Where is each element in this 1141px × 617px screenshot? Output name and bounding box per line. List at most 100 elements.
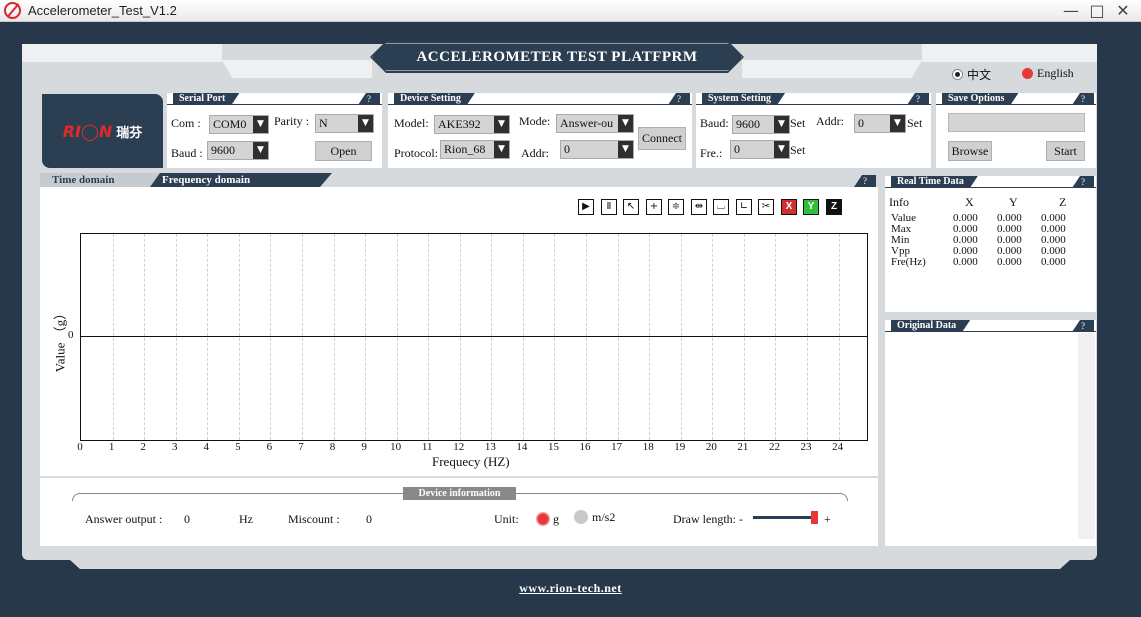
x-tick-label: 8 [329, 441, 336, 453]
chevron-down-icon: ▼ [618, 115, 633, 132]
answer-output-value: 0 [184, 512, 190, 526]
play-step-icon[interactable]: ▶ [578, 199, 594, 215]
model-select[interactable]: AKE392 ▼ [434, 115, 510, 134]
x-tick-label: 1 [108, 441, 115, 453]
device-setting-group: Device Setting ? Model: AKE392 ▼ Mode: A… [388, 93, 692, 168]
grid-line [743, 234, 745, 440]
minimize-button[interactable]: — [1061, 1, 1081, 21]
cut-icon[interactable]: ✂ [758, 199, 774, 215]
baud-select[interactable]: 9600 ▼ [207, 141, 269, 160]
save-path-input[interactable] [948, 113, 1085, 132]
set-baud-button[interactable]: Set [790, 116, 805, 131]
protocol-label: Protocol: [394, 146, 438, 160]
fre-label: Fre.: [700, 146, 723, 160]
com-select[interactable]: COM0 ▼ [209, 115, 269, 134]
crosshair-icon[interactable]: + [646, 199, 662, 215]
system-setting-help-button[interactable]: ? [907, 93, 929, 105]
unit-radio-ms2[interactable] [574, 510, 588, 524]
system-addr-label: Addr: [816, 114, 844, 128]
x-tick-label: 12 [453, 441, 465, 453]
system-baud-select[interactable]: 9600 ▼ [732, 115, 790, 134]
system-setting-title: System Setting [702, 93, 785, 105]
real-time-table: Value 0.000 0.000 0.000 Max 0.000 0.000 0.000 Mi… [891, 213, 1081, 268]
parity-select[interactable]: N ▼ [315, 114, 374, 133]
x-tick-label: 4 [203, 441, 210, 453]
draw-length-slider[interactable] [753, 516, 813, 519]
system-addr-select[interactable]: 0 ▼ [854, 114, 906, 133]
system-addr-value: 0 [858, 116, 864, 130]
x-channel-icon[interactable]: X [781, 199, 797, 215]
system-baud-label: Baud: [700, 116, 729, 130]
fit-icon[interactable]: ⌴ [713, 199, 729, 215]
mode-select[interactable]: Answer-ou ▼ [556, 114, 634, 133]
x-tick-label: 5 [235, 441, 241, 453]
zoom-vertical-icon[interactable]: ≑ [668, 199, 684, 215]
grid-line [712, 234, 714, 440]
unit-label: Unit: [494, 512, 519, 526]
language-radio-chinese[interactable] [952, 69, 963, 80]
original-data-panel: Original Data ? [885, 320, 1096, 546]
x-tick-label: 14 [516, 441, 528, 453]
device-setting-help-button[interactable]: ? [668, 93, 690, 105]
x-tick-label: 10 [390, 441, 402, 453]
device-addr-label: Addr: [521, 146, 549, 160]
grid-line [238, 234, 240, 440]
zoom-horizontal-icon[interactable]: ⇹ [691, 199, 707, 215]
set-fre-button[interactable]: Set [790, 143, 805, 158]
graph-help-button[interactable]: ? [854, 175, 876, 187]
maximize-button[interactable]: □ [1087, 1, 1107, 21]
chevron-down-icon: ▼ [774, 116, 789, 133]
chevron-down-icon: ▼ [253, 116, 268, 133]
protocol-select[interactable]: Rion_68 ▼ [440, 140, 510, 159]
device-addr-select[interactable]: 0 ▼ [560, 140, 634, 159]
x-axis-label: Frequecy (HZ) [432, 454, 510, 469]
x-tick-label: 16 [579, 441, 591, 453]
grid-line [586, 234, 588, 440]
original-data-help-button[interactable]: ? [1072, 320, 1094, 332]
cursor-icon[interactable]: ↖ [623, 199, 639, 215]
website-link[interactable]: www.rion-tech.net [0, 581, 1141, 596]
parity-label: Parity : [274, 114, 309, 128]
chevron-down-icon: ▼ [494, 141, 509, 158]
save-options-title: Save Options [942, 93, 1018, 105]
language-radio-english[interactable] [1022, 68, 1033, 79]
connect-button[interactable]: Connect [638, 127, 686, 150]
x-tick-label: 2 [140, 441, 146, 453]
open-port-button[interactable]: Open [315, 141, 372, 161]
original-data-scrollbar[interactable] [1078, 333, 1095, 539]
zoom-box-icon[interactable]: ∟ [736, 199, 752, 215]
tab-frequency-domain[interactable]: Frequency domain [150, 173, 332, 187]
browse-button[interactable]: Browse [948, 141, 992, 161]
grid-line [428, 234, 430, 440]
x-tick-label: 22 [768, 441, 780, 453]
miscount-label: Miscount : [288, 512, 340, 526]
grid-line [333, 234, 335, 440]
grid-line [807, 234, 809, 440]
z-channel-icon[interactable]: Z [826, 199, 842, 215]
real-time-help-button[interactable]: ? [1072, 176, 1094, 188]
close-button[interactable]: ✕ [1113, 1, 1133, 21]
y-axis-label: Value （g） [52, 306, 68, 373]
start-button[interactable]: Start [1046, 141, 1085, 161]
logo-mark: RI◯N [62, 121, 113, 141]
save-options-help-button[interactable]: ? [1072, 93, 1094, 105]
com-label: Com : [171, 116, 201, 130]
chevron-down-icon: ▼ [494, 116, 509, 133]
x-tick-label: 15 [547, 441, 559, 453]
language-option-english[interactable]: English [1022, 66, 1074, 81]
y-channel-icon[interactable]: Y [803, 199, 819, 215]
unit-radio-g[interactable] [536, 512, 550, 526]
language-option-chinese[interactable]: 中文 [952, 66, 991, 83]
set-addr-button[interactable]: Set [907, 116, 922, 131]
plot-area[interactable] [80, 233, 868, 441]
save-options-group: Save Options ? Browse Start [936, 93, 1096, 168]
unit-ms2-label: m/s2 [592, 510, 616, 524]
serial-port-help-button[interactable]: ? [358, 93, 380, 105]
tab-time-domain[interactable]: Time domain [40, 173, 160, 187]
draw-length-slider-thumb[interactable] [811, 511, 819, 524]
baud-label: Baud : [171, 146, 203, 160]
pause-icon[interactable]: Ⅱ [601, 199, 617, 215]
system-baud-value: 9600 [736, 117, 760, 131]
device-setting-title: Device Setting [394, 93, 475, 105]
fre-select[interactable]: 0 ▼ [730, 140, 790, 159]
